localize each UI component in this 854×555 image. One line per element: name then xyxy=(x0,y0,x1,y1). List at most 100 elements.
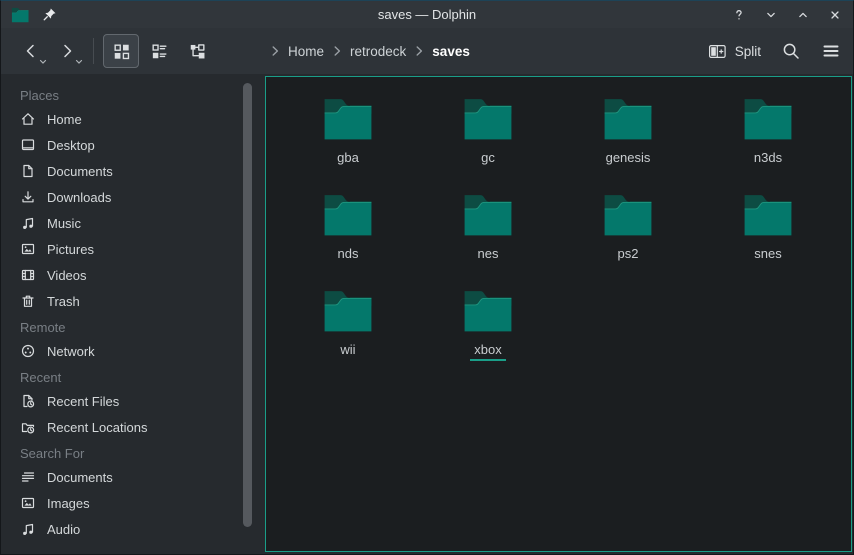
sidebar-item-audio[interactable]: Audio xyxy=(1,516,257,542)
folder-label: nes xyxy=(474,246,503,265)
sidebar-item-desktop[interactable]: Desktop xyxy=(1,132,257,158)
network-icon xyxy=(20,343,36,359)
sidebar-section-remote: Remote xyxy=(1,314,257,338)
toolbar-right: Split xyxy=(708,41,841,61)
folder-label: ps2 xyxy=(614,246,643,265)
folder-icon xyxy=(462,285,514,337)
chevron-down-icon[interactable] xyxy=(763,7,779,23)
sidebar-item-home[interactable]: Home xyxy=(1,106,257,132)
breadcrumb-item-saves[interactable]: saves xyxy=(432,44,470,59)
sidebar-item-label: Images xyxy=(47,496,90,511)
sidebar-item-label: Trash xyxy=(47,294,80,309)
sidebar-section-search-for: Search For xyxy=(1,440,257,464)
sidebar-item-label: Home xyxy=(47,112,82,127)
sidebar-item-label: Audio xyxy=(47,522,80,537)
window-controls xyxy=(731,7,843,23)
folder-xbox[interactable]: xbox xyxy=(418,285,558,381)
toolbar: Home retrodeck saves Split xyxy=(1,28,853,74)
folder-nds[interactable]: nds xyxy=(278,189,418,285)
download-icon xyxy=(20,189,36,205)
sidebar-item-videos[interactable]: Videos xyxy=(1,262,257,288)
split-button[interactable]: Split xyxy=(708,43,761,60)
sidebar-item-label: Desktop xyxy=(47,138,95,153)
folder-label: wii xyxy=(336,342,359,361)
breadcrumb: Home retrodeck saves xyxy=(262,44,470,59)
titlebar: saves — Dolphin xyxy=(1,1,853,28)
split-label: Split xyxy=(735,44,761,59)
video-icon xyxy=(20,267,36,283)
folder-icon xyxy=(322,285,374,337)
details-view-button[interactable] xyxy=(179,34,215,68)
breadcrumb-item-home[interactable]: Home xyxy=(288,44,324,59)
help-icon[interactable] xyxy=(731,7,747,23)
chevron-up-icon[interactable] xyxy=(795,7,811,23)
folder-gba[interactable]: gba xyxy=(278,93,418,189)
folder-wii[interactable]: wii xyxy=(278,285,418,381)
document-icon xyxy=(20,163,36,179)
sidebar-item-images[interactable]: Images xyxy=(1,490,257,516)
toolbar-separator xyxy=(93,38,94,64)
sidebar-item-network[interactable]: Network xyxy=(1,338,257,364)
folder-gc[interactable]: gc xyxy=(418,93,558,189)
icons-view-button[interactable] xyxy=(103,34,139,68)
image-icon xyxy=(20,495,36,511)
sidebar-item-label: Documents xyxy=(47,470,113,485)
sidebar-item-downloads[interactable]: Downloads xyxy=(1,184,257,210)
folder-nes[interactable]: nes xyxy=(418,189,558,285)
folder-ps2[interactable]: ps2 xyxy=(558,189,698,285)
breadcrumb-chevron-icon xyxy=(412,44,426,58)
folder-n3ds[interactable]: n3ds xyxy=(698,93,838,189)
sidebar-item-music[interactable]: Music xyxy=(1,210,257,236)
window-title: saves — Dolphin xyxy=(1,7,853,22)
sidebar-item-label: Recent Files xyxy=(47,394,119,409)
viewmode-buttons xyxy=(102,34,216,68)
folder-label: genesis xyxy=(602,150,655,169)
search-icon[interactable] xyxy=(781,41,801,61)
folder-icon xyxy=(602,189,654,241)
home-icon xyxy=(20,111,36,127)
forward-button[interactable] xyxy=(49,34,85,68)
folder-label: gba xyxy=(333,150,363,169)
sidebar-item-label: Downloads xyxy=(47,190,111,205)
desktop-icon xyxy=(20,137,36,153)
folder-view[interactable]: gba gc genesis n3ds nds nes ps2 snes wii xbox xyxy=(265,76,852,552)
app-folder-icon xyxy=(11,7,30,23)
folder-icon xyxy=(462,93,514,145)
trash-icon xyxy=(20,293,36,309)
folder-icon xyxy=(742,93,794,145)
sidebar-item-recent-files[interactable]: Recent Files xyxy=(1,388,257,414)
recent-folder-icon xyxy=(20,419,36,435)
close-icon[interactable] xyxy=(827,7,843,23)
sidebar-section-recent: Recent xyxy=(1,364,257,388)
sidebar-item-documents[interactable]: Documents xyxy=(1,464,257,490)
sidebar-item-recent-locations[interactable]: Recent Locations xyxy=(1,414,257,440)
nav-buttons xyxy=(13,34,85,68)
sidebar-item-label: Music xyxy=(47,216,81,231)
recent-file-icon xyxy=(20,393,36,409)
folder-icon xyxy=(322,189,374,241)
folder-genesis[interactable]: genesis xyxy=(558,93,698,189)
sidebar-section-places: Places xyxy=(1,82,257,106)
sidebar-item-label: Documents xyxy=(47,164,113,179)
folder-label: xbox xyxy=(470,342,505,361)
pin-icon[interactable] xyxy=(42,7,57,22)
music-note-icon xyxy=(20,521,36,537)
sidebar-scrollbar[interactable] xyxy=(243,83,252,527)
main-area: Places Home Desktop Documents Downloads Music… xyxy=(1,74,853,554)
sidebar-item-label: Pictures xyxy=(47,242,94,257)
sidebar-item-pictures[interactable]: Pictures xyxy=(1,236,257,262)
back-button[interactable] xyxy=(13,34,49,68)
folder-snes[interactable]: snes xyxy=(698,189,838,285)
places-panel: Places Home Desktop Documents Downloads Music… xyxy=(1,74,257,554)
breadcrumb-chevron-icon xyxy=(268,44,282,58)
compact-view-button[interactable] xyxy=(141,34,177,68)
sidebar-item-trash[interactable]: Trash xyxy=(1,288,257,314)
sidebar-item-documents[interactable]: Documents xyxy=(1,158,257,184)
sidebar-item-label: Recent Locations xyxy=(47,420,147,435)
folder-icon xyxy=(322,93,374,145)
folder-icon xyxy=(742,189,794,241)
hamburger-menu-icon[interactable] xyxy=(821,41,841,61)
breadcrumb-chevron-icon xyxy=(330,44,344,58)
sidebar-item-label: Network xyxy=(47,344,95,359)
breadcrumb-item-retrodeck[interactable]: retrodeck xyxy=(350,44,406,59)
